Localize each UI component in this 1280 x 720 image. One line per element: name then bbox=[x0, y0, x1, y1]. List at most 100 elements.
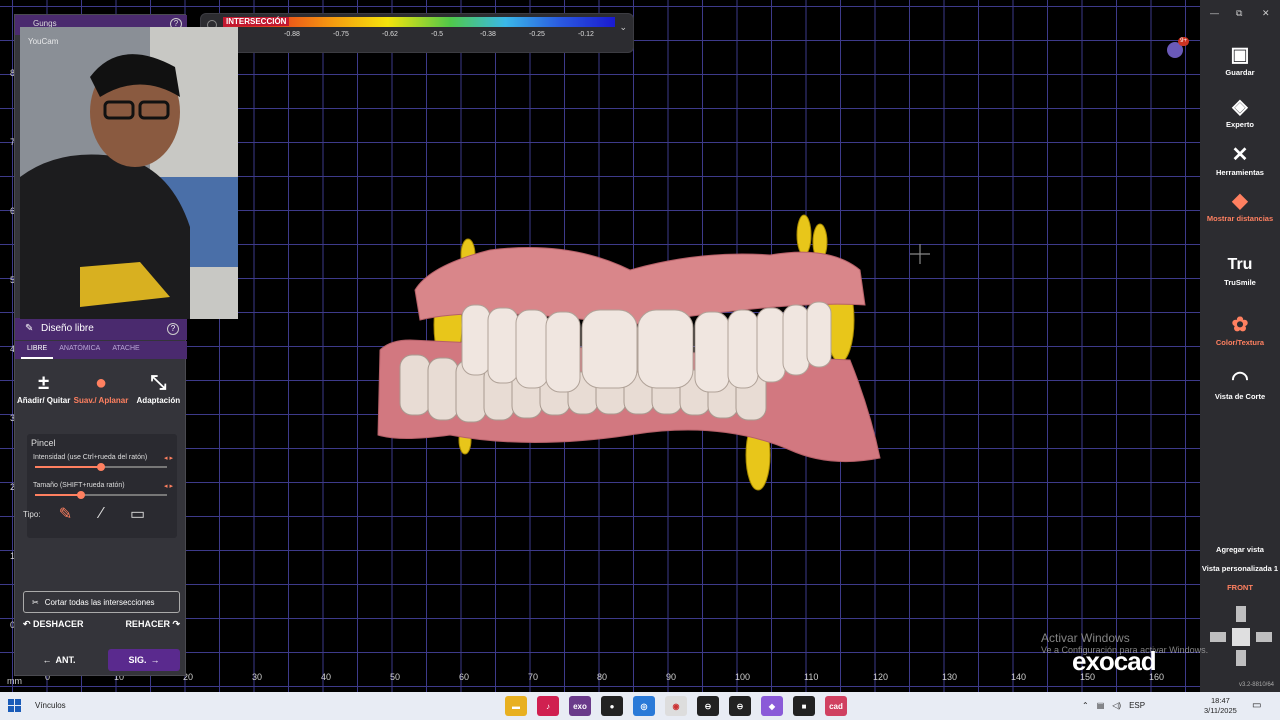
brush-type-row: Tipo: ✎ ⁄ ▭ bbox=[23, 503, 173, 525]
tiktok-icon[interactable]: ♪ bbox=[537, 696, 559, 716]
colorbar-ticks: -1-0.88-0.75-0.62-0.5-0.38-0.25-0.12 bbox=[223, 31, 615, 41]
crosshair-cursor bbox=[910, 244, 930, 264]
undo-button[interactable]: ↶ DESHACER bbox=[23, 619, 84, 635]
network-icon[interactable]: ▤ bbox=[1097, 701, 1105, 710]
links-toolbar[interactable]: Vínculos bbox=[35, 701, 66, 710]
paint-brush-icon[interactable]: ⁄ bbox=[91, 503, 113, 525]
restore-button[interactable]: ⧉ bbox=[1236, 8, 1242, 19]
previous-button[interactable]: ← ANT. bbox=[23, 649, 95, 671]
palette-icon: ✿ bbox=[1231, 314, 1249, 336]
add-view-button[interactable]: Agregar vista bbox=[1200, 545, 1280, 554]
save-icon: ▣ bbox=[1230, 44, 1250, 66]
colorbar-tick: -0.62 bbox=[382, 31, 398, 38]
trusmile-button[interactable]: Tru TruSmile bbox=[1200, 252, 1280, 287]
x-axis-tick: 120 bbox=[873, 672, 889, 682]
undo-redo-row: ↶ DESHACER REHACER ↷ bbox=[23, 619, 180, 635]
tray-overflow-icon[interactable]: ⌃ bbox=[1082, 701, 1089, 710]
x-axis-tick: 70 bbox=[528, 672, 539, 682]
colorbar-tick: -0.25 bbox=[529, 31, 545, 38]
minimize-button[interactable]: — bbox=[1210, 8, 1219, 18]
x-axis-tick: 80 bbox=[597, 672, 608, 682]
color-texture-button[interactable]: ✿ Color/Textura bbox=[1200, 312, 1280, 347]
browser-icon[interactable]: ◎ bbox=[633, 696, 655, 716]
right-toolbar: — ⧉ ✕ ▣ Guardar ◈ Experto ✕ Herramientas… bbox=[1200, 0, 1280, 692]
spray-brush-icon[interactable]: ✎ bbox=[55, 503, 77, 525]
save-label: Guardar bbox=[1225, 68, 1255, 77]
view-info: Agregar vista Vista personalizada 1 FRON… bbox=[1200, 545, 1280, 602]
recorder-icon[interactable]: ■ bbox=[793, 696, 815, 716]
adaptation-button[interactable]: ⤡ Adaptación bbox=[130, 370, 187, 430]
x-axis-tick: 40 bbox=[321, 672, 332, 682]
tab-libre[interactable]: LIBRE bbox=[21, 341, 54, 359]
tab-anatomica[interactable]: ANATÓMICA bbox=[53, 341, 106, 359]
tools-label: Herramientas bbox=[1216, 168, 1264, 177]
x-axis-tick: 60 bbox=[459, 672, 470, 682]
custom-view-label[interactable]: Vista personalizada 1 bbox=[1200, 564, 1280, 573]
intensity-label: Intensidad (use Ctrl+rueda del ratón) bbox=[33, 454, 148, 461]
x-axis-tick: 50 bbox=[390, 672, 401, 682]
expert-label: Experto bbox=[1226, 120, 1254, 129]
next-label: SIG. bbox=[128, 655, 147, 665]
cut-all-intersections-button[interactable]: ✂ Cortar todas las intersecciones bbox=[23, 591, 180, 613]
expert-button[interactable]: ◈ Experto bbox=[1200, 94, 1280, 129]
webcam-label: YouCam bbox=[28, 37, 59, 46]
app-icon-9[interactable]: ◆ bbox=[761, 696, 783, 716]
cut-view-label: Vista de Corte bbox=[1214, 392, 1266, 401]
add-remove-label: Añadir/ Quitar bbox=[16, 396, 71, 405]
clock[interactable]: 18:47 3/11/2025 bbox=[1204, 696, 1237, 716]
front-view-label[interactable]: FRONT bbox=[1200, 583, 1280, 592]
design-panel-header: ✎ Diseño libre ? bbox=[15, 318, 187, 340]
trusmile-icon: Tru bbox=[1227, 256, 1253, 273]
close-button[interactable]: ✕ bbox=[1262, 8, 1270, 19]
chevron-down-icon[interactable]: ⌄ bbox=[619, 22, 627, 33]
notifications-icon[interactable]: ▭ bbox=[1252, 700, 1261, 711]
dental-model[interactable] bbox=[370, 210, 890, 500]
intensity-slider-handle[interactable] bbox=[97, 463, 105, 471]
axis-unit-label: mm bbox=[7, 676, 22, 686]
activation-title: Activar Windows bbox=[1041, 631, 1130, 645]
colorbar-tick: -0.75 bbox=[333, 31, 349, 38]
smooth-flatten-label: Suav./ Aplanar bbox=[73, 396, 129, 405]
file-explorer-icon[interactable]: ▬ bbox=[505, 696, 527, 716]
intensity-slider-row: Intensidad (use Ctrl+rueda del ratón) ◂ … bbox=[33, 454, 173, 476]
redo-button[interactable]: REHACER ↷ bbox=[125, 619, 180, 635]
next-button[interactable]: SIG. → bbox=[108, 649, 180, 671]
notification-icon[interactable]: 9+ bbox=[1167, 37, 1189, 58]
intensity-stepper[interactable]: ◂ ▸ bbox=[164, 454, 173, 462]
exocad-cad-icon[interactable]: cad bbox=[825, 696, 847, 716]
undo-label: DESHACER bbox=[33, 619, 84, 629]
intensity-fill bbox=[35, 466, 101, 468]
help-icon[interactable]: ? bbox=[167, 323, 179, 335]
taskbar-apps: ▬ ♪ exo ● ◎ ◉ ⊖ ⊖ ◆ ■ cad bbox=[505, 696, 847, 716]
adapt-icon: ⤡ bbox=[150, 372, 167, 394]
app-icon-7[interactable]: ⊖ bbox=[697, 696, 719, 716]
previous-label: ANT. bbox=[55, 655, 76, 665]
chrome-icon[interactable]: ◉ bbox=[665, 696, 687, 716]
view-cube-icon[interactable] bbox=[1208, 604, 1274, 670]
size-slider-handle[interactable] bbox=[77, 491, 86, 499]
cut-view-button[interactable]: ◠ Vista de Corte bbox=[1200, 366, 1280, 401]
start-button[interactable] bbox=[8, 699, 22, 713]
add-remove-button[interactable]: ± Añadir/ Quitar bbox=[15, 370, 72, 430]
smooth-flatten-button[interactable]: ● Suav./ Aplanar bbox=[72, 370, 129, 430]
obs-icon[interactable]: ● bbox=[601, 696, 623, 716]
app-icon-8[interactable]: ⊖ bbox=[729, 696, 751, 716]
drop-icon: ● bbox=[94, 372, 108, 394]
intersection-color-scale[interactable]: INTERSECCIÓN -1-0.88-0.75-0.62-0.5-0.38-… bbox=[200, 13, 634, 53]
colorbar-title: INTERSECCIÓN bbox=[223, 17, 290, 26]
plus-minus-icon: ± bbox=[38, 372, 50, 394]
save-button[interactable]: ▣ Guardar bbox=[1200, 42, 1280, 77]
adaptation-label: Adaptación bbox=[136, 396, 181, 405]
exo-app-icon[interactable]: exo bbox=[569, 696, 591, 716]
redo-label: REHACER bbox=[125, 619, 170, 629]
cut-all-label: Cortar todas las intersecciones bbox=[44, 597, 155, 607]
size-slider-row: Tamaño (SHIFT+rueda ratón) ◂ ▸ bbox=[33, 482, 173, 504]
language-indicator[interactable]: ESP bbox=[1129, 701, 1145, 710]
tools-button[interactable]: ✕ Herramientas bbox=[1200, 142, 1280, 177]
show-distances-button[interactable]: ◆ Mostrar distancias bbox=[1200, 188, 1280, 223]
cylinder-brush-icon[interactable]: ▭ bbox=[127, 503, 149, 525]
volume-icon[interactable]: ◁) bbox=[1112, 701, 1121, 710]
tab-atache[interactable]: ATACHE bbox=[106, 341, 145, 359]
size-stepper[interactable]: ◂ ▸ bbox=[164, 482, 173, 490]
cut-icon: ✂ bbox=[32, 597, 39, 607]
